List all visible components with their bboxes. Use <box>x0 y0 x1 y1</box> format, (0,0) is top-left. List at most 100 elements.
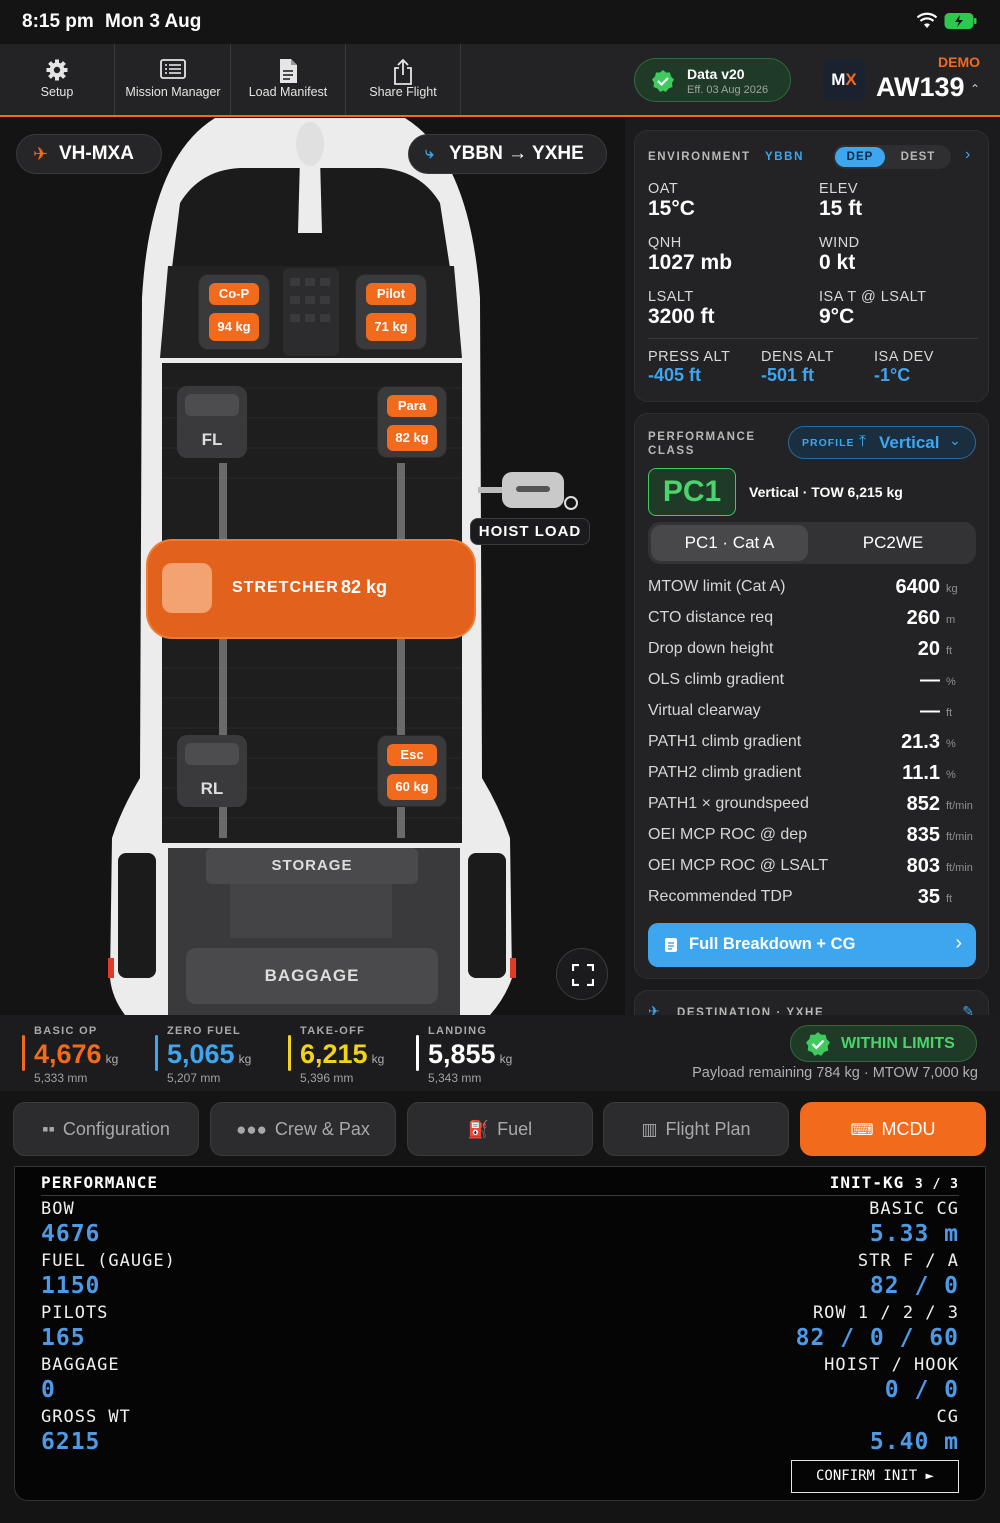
row-label: Drop down height <box>648 640 774 657</box>
mcdu-right-key: STR F / A <box>857 1251 959 1271</box>
row-label: PATH1 climb gradient <box>648 733 802 750</box>
tab-mcdu[interactable]: ⌨ MCDU <box>800 1102 986 1156</box>
seat-label: Esc <box>387 744 437 766</box>
weight-unit: kg <box>238 1052 252 1066</box>
stretcher[interactable]: STRETCHER 82 kg <box>148 541 474 637</box>
battery-icon <box>944 13 977 29</box>
mcdu-right-key: BASIC CG <box>869 1199 959 1219</box>
full-breakdown-button[interactable]: Full Breakdown + CG › <box>648 923 976 967</box>
within-limits-badge: WITHIN LIMITS <box>790 1025 977 1062</box>
tab-configuration[interactable]: ▪▪ Configuration <box>13 1102 199 1156</box>
weight-unit: kg <box>105 1052 119 1066</box>
performance-row: PATH1 climb gradient 21.3% <box>648 731 978 763</box>
performance-row: PATH2 climb gradient 11.1% <box>648 762 978 794</box>
confirm-init-button[interactable]: CONFIRM INIT ► <box>791 1460 959 1493</box>
qnh-label: QNH <box>648 235 682 251</box>
mcdu-left-value: 4676 <box>41 1221 101 1247</box>
performance-title: PERFORMANCE <box>648 431 756 443</box>
tab-fuel[interactable]: ⛽ Fuel <box>407 1102 593 1156</box>
verified-check-icon <box>652 70 674 92</box>
seat-rear-left[interactable]: RL <box>177 735 247 807</box>
data-version-pill[interactable]: Data v20 Eff. 03 Aug 2026 <box>634 58 791 102</box>
profile-selector[interactable]: PROFILE ⤒ Vertical ⌄ <box>788 426 976 459</box>
baggage-compartment[interactable]: BAGGAGE <box>186 948 438 1004</box>
weight-value: 5,065 <box>167 1039 235 1069</box>
baggage-label: BAGGAGE <box>264 966 360 985</box>
weight-unit: kg <box>499 1052 513 1066</box>
seat-label: Pilot <box>366 283 416 305</box>
updown-chevron-icon[interactable]: ⌃ <box>970 82 980 96</box>
map-icon: ▥ <box>641 1120 658 1139</box>
bottom-tabs: ▪▪ Configuration ●●● Crew & Pax ⛽ Fuel ▥ Fli… <box>0 1091 1000 1167</box>
expand-icon <box>572 964 594 986</box>
hoist[interactable] <box>478 470 588 516</box>
performance-row: OEI MCP ROC @ LSALT 803 ft/min <box>648 855 978 887</box>
dens-alt-value: -501 ft <box>761 365 815 385</box>
setup-button[interactable]: Setup <box>0 44 115 115</box>
row-unit: kg <box>946 583 958 595</box>
mcdu-left-value: 6215 <box>41 1429 101 1455</box>
performance-row: MTOW limit (Cat A) 6400 kg <box>648 576 978 608</box>
tab-label: Flight Plan <box>665 1119 751 1139</box>
storage-compartment[interactable]: STORAGE <box>206 848 418 884</box>
seat-front-left[interactable]: FL <box>177 386 247 458</box>
seat-pilot[interactable]: Pilot 71 kg <box>355 274 427 350</box>
payload-remaining: Payload remaining 784 kg · MTOW 7,000 kg <box>692 1065 978 1081</box>
tab-dep[interactable]: DEP <box>835 147 885 167</box>
seat-weight: 71 kg <box>366 313 416 341</box>
segment-pc1-cat-a[interactable]: PC1 · Cat A <box>651 525 808 561</box>
isa-dev-value: -1°C <box>874 365 911 385</box>
tab-flight-plan[interactable]: ▥ Flight Plan <box>603 1102 789 1156</box>
row-unit: ft/min <box>946 862 973 874</box>
data-version: Data v20 <box>687 66 745 82</box>
segment-pc2we[interactable]: PC2WE <box>814 525 972 561</box>
mcdu-left-key: FUEL (GAUGE) <box>41 1251 176 1271</box>
load-manifest-button[interactable]: Load Manifest <box>231 44 346 115</box>
mcdu-page: INIT-KG 3 / 3 <box>829 1173 959 1192</box>
mcdu-right-value: 0 / 0 <box>884 1377 959 1403</box>
mcdu-right-value: 5.40 m <box>869 1429 959 1455</box>
row-value: 21.3 <box>901 731 940 753</box>
share-flight-button[interactable]: Share Flight <box>346 44 461 115</box>
mcdu-left-value: 0 <box>41 1377 56 1403</box>
hoist-load-label[interactable]: HOIST LOAD <box>470 518 590 545</box>
tab-dest[interactable]: DEST <box>895 147 941 167</box>
fullscreen-button[interactable] <box>556 948 608 1000</box>
mission-manager-button[interactable]: Mission Manager <box>116 44 231 115</box>
full-breakdown-label: Full Breakdown + CG <box>689 935 856 953</box>
performance-row: OEI MCP ROC @ dep 835 ft/min <box>648 824 978 856</box>
seat-copilot[interactable]: Co-P 94 kg <box>198 274 270 350</box>
performance-row: Drop down height 20 ft <box>648 638 978 670</box>
wind-label: WIND <box>819 235 860 251</box>
weight-label: BASIC OP <box>34 1025 98 1037</box>
document-icon <box>665 938 677 952</box>
mcdu-left-value: 165 <box>41 1325 86 1351</box>
row-unit: % <box>946 769 956 781</box>
weight-color-bar <box>416 1035 419 1071</box>
destination-card[interactable]: ✈ DESTINATION · YXHE ✎ <box>634 990 989 1015</box>
press-alt-label: PRESS ALT <box>648 349 731 365</box>
elev-label: ELEV <box>819 181 859 197</box>
performance-class-desc: Vertical · TOW 6,215 kg <box>749 484 903 500</box>
isa-dev-label: ISA DEV <box>874 349 934 365</box>
edit-icon[interactable]: ✎ <box>962 1003 974 1015</box>
seat-weight: 94 kg <box>209 313 259 341</box>
mcdu-right-key: ROW 1 / 2 / 3 <box>812 1303 959 1323</box>
weight-arm: 5,207 mm <box>167 1071 221 1085</box>
registration-pill[interactable]: ✈ VH-MXA <box>16 134 162 174</box>
environment-airport: YBBN <box>765 151 804 163</box>
row-value: — <box>920 700 940 722</box>
performance-row: OLS climb gradient —% <box>648 669 978 701</box>
aircraft-selector[interactable]: AW139 <box>876 72 965 103</box>
tab-crew-pax[interactable]: ●●● Crew & Pax <box>210 1102 396 1156</box>
chevron-right-icon[interactable]: › <box>965 146 970 164</box>
stretcher-pillow <box>162 563 212 613</box>
seat-para[interactable]: Para 82 kg <box>377 386 447 458</box>
seat-escort[interactable]: Esc 60 kg <box>377 735 447 807</box>
isa-label: ISA T @ LSALT <box>819 289 927 305</box>
route-pill[interactable]: ⤷ YBBN → YXHE <box>408 134 607 174</box>
wifi-icon <box>916 12 938 28</box>
lsalt-value: 3200 ft <box>648 305 715 328</box>
right-panel: ENVIRONMENT YBBN DEP DEST › OAT 15°C ELE… <box>625 118 1000 1015</box>
load-manifest-label: Load Manifest <box>248 85 328 99</box>
